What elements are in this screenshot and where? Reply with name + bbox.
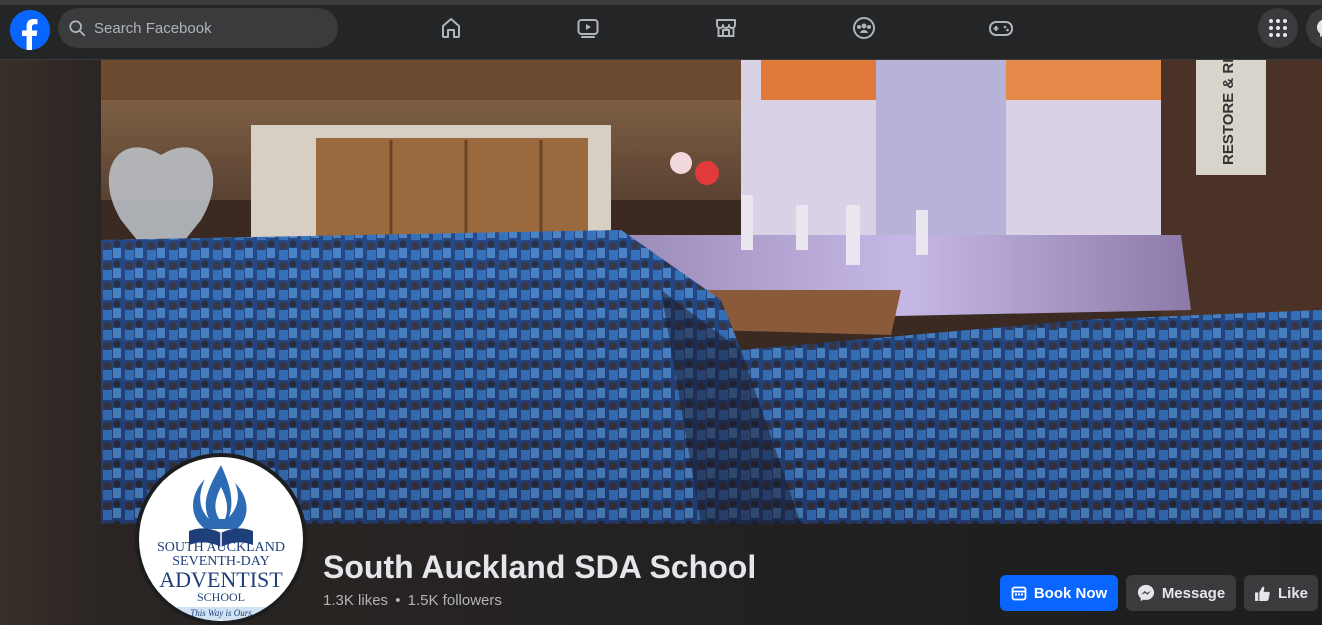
cover-photo[interactable]: RESTORE & RECLAIM xyxy=(101,60,1322,524)
messenger-button[interactable] xyxy=(1306,8,1322,48)
cover-photo-image: RESTORE & RECLAIM xyxy=(101,60,1322,524)
logo-line-3: ADVENTIST xyxy=(159,567,283,592)
school-logo: SOUTH AUCKLAND SEVENTH-DAY ADVENTIST SCH… xyxy=(139,457,303,621)
logo-line-4: SCHOOL xyxy=(196,590,245,604)
gaming-icon[interactable] xyxy=(981,10,1021,46)
message-label: Message xyxy=(1161,584,1226,602)
logo-text: SOUTH AUCKLAND SEVENTH-DAY ADVENTIST SCH… xyxy=(139,541,303,620)
page-title: South Auckland SDA School xyxy=(323,549,757,585)
book-now-button[interactable]: Book Now xyxy=(1000,575,1118,611)
menu-grid-button[interactable] xyxy=(1258,8,1298,48)
likes-count[interactable]: 1.3K likes xyxy=(323,592,388,609)
like-label: Like xyxy=(1277,584,1308,602)
stats-separator: • xyxy=(395,592,401,609)
search-bar[interactable] xyxy=(58,8,338,48)
page-stats: 1.3K likes • 1.5K followers xyxy=(323,592,502,609)
facebook-f-icon xyxy=(10,10,50,50)
messenger-icon xyxy=(1317,19,1322,37)
like-button[interactable]: Like xyxy=(1244,575,1318,611)
facebook-logo[interactable] xyxy=(10,10,50,50)
logo-tagline: This Way is Ours xyxy=(139,607,303,620)
logo-line-1: SOUTH AUCKLAND xyxy=(157,540,285,555)
top-navigation-bar xyxy=(0,0,1322,60)
home-icon[interactable] xyxy=(431,10,471,46)
menu-grid-icon xyxy=(1269,19,1287,37)
search-icon xyxy=(69,20,86,37)
profile-avatar[interactable]: SOUTH AUCKLAND SEVENTH-DAY ADVENTIST SCH… xyxy=(135,453,307,625)
followers-count[interactable]: 1.5K followers xyxy=(408,592,502,609)
calendar-icon xyxy=(1011,585,1027,601)
book-now-label: Book Now xyxy=(1033,584,1108,602)
cover-banner-text: RESTORE & RECLAIM xyxy=(1220,60,1237,165)
video-icon[interactable] xyxy=(568,10,608,46)
thumbs-up-icon xyxy=(1254,585,1271,602)
messenger-icon xyxy=(1137,584,1155,602)
marketplace-icon[interactable] xyxy=(706,10,746,46)
message-button[interactable]: Message xyxy=(1126,575,1236,611)
search-input[interactable] xyxy=(92,18,326,38)
groups-icon[interactable] xyxy=(844,10,884,46)
